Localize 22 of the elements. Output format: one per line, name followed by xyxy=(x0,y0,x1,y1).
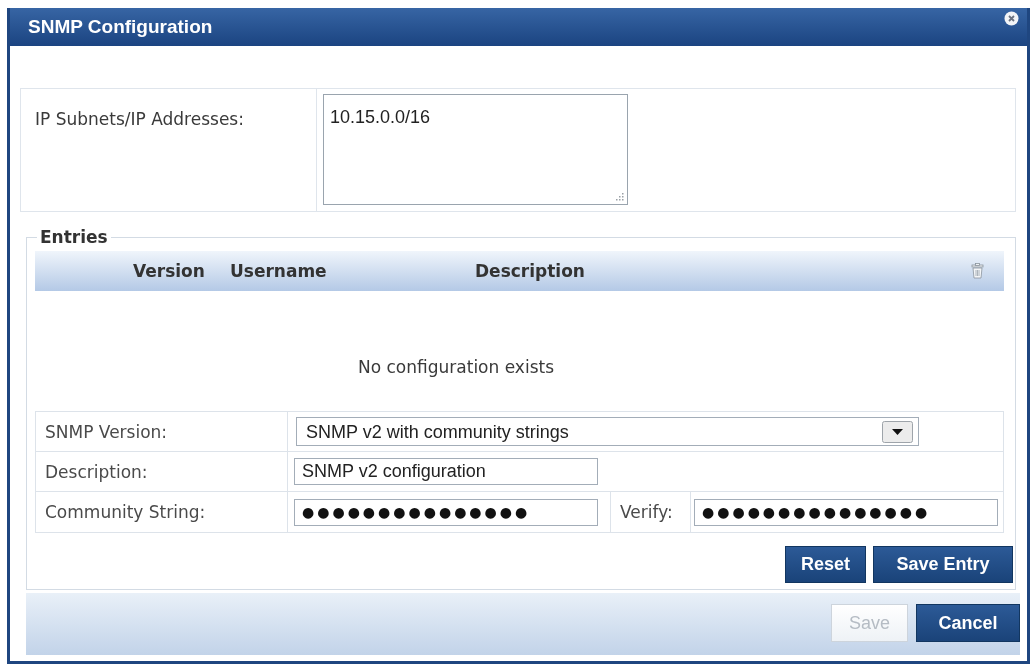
field-label: IP Subnets/IP Addresses: xyxy=(35,109,244,129)
version-dropdown[interactable]: SNMP v2 with community strings xyxy=(296,417,919,446)
reset-button[interactable]: Reset xyxy=(785,546,866,583)
description-field[interactable]: SNMP v2 configuration xyxy=(294,458,598,485)
verify-field[interactable]: ●●●●●●●●●●●●●●● xyxy=(694,498,998,526)
dropdown-caret-icon[interactable] xyxy=(882,420,913,443)
field-label: Description: xyxy=(45,461,148,482)
field-label: Community String: xyxy=(45,502,206,522)
ip-address-field[interactable]: 10.15.0.0/16 xyxy=(323,94,628,205)
column-header: Username xyxy=(230,261,328,281)
resize-grip-icon[interactable] xyxy=(615,192,624,201)
field-label: Verify: xyxy=(620,502,673,522)
close-icon[interactable] xyxy=(1004,11,1019,26)
cancel-button[interactable]: Cancel xyxy=(916,604,1020,642)
community-string-field[interactable]: ●●●●●●●●●●●●●●● xyxy=(294,498,598,526)
save-entry-button[interactable]: Save Entry xyxy=(873,546,1013,583)
column-header: Description xyxy=(475,261,586,281)
window-title: SNMP Configuration xyxy=(28,16,213,38)
field-label: SNMP Version: xyxy=(45,421,168,442)
column-header: Version xyxy=(133,261,206,281)
group-title: Entries xyxy=(39,227,109,247)
empty-message: No configuration exists xyxy=(358,357,554,377)
